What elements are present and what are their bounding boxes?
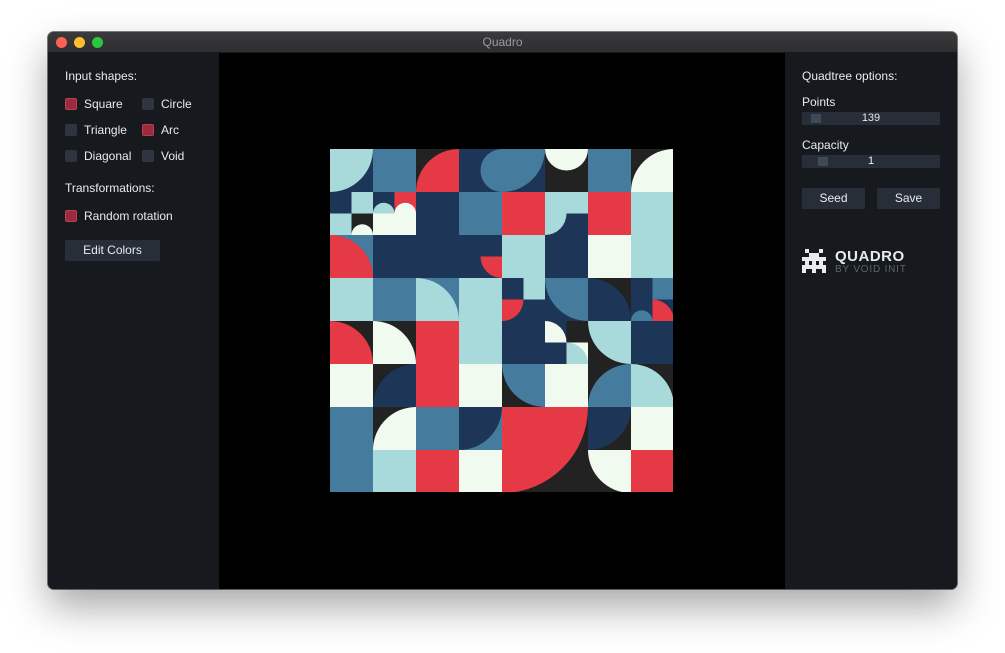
art-tile-49 xyxy=(502,235,545,278)
triangle-label: Triangle xyxy=(84,123,127,137)
edit-colors-button[interactable]: Edit Colors xyxy=(65,240,160,261)
art-tile-31 xyxy=(502,192,545,235)
art-tile-60 xyxy=(502,278,524,300)
art-tile-92 xyxy=(330,364,373,407)
points-value: 139 xyxy=(861,112,881,124)
circle-label: Circle xyxy=(161,97,192,111)
seed-button[interactable]: Seed xyxy=(802,188,865,209)
shape-option-diagonal[interactable]: Diagonal xyxy=(65,149,131,163)
art-tile-32 xyxy=(545,192,567,214)
capacity-slider[interactable]: 1 xyxy=(802,155,940,168)
art-tile-52 xyxy=(588,235,631,278)
shape-option-arc[interactable]: Arc xyxy=(142,123,179,137)
arc-label: Arc xyxy=(161,123,179,137)
art-tile-64 xyxy=(523,299,545,321)
art-tile-70 xyxy=(652,278,673,300)
art-tile-3 xyxy=(373,149,416,192)
shape-option-circle[interactable]: Circle xyxy=(142,97,192,111)
capacity-value: 1 xyxy=(867,155,875,167)
void-checkbox[interactable] xyxy=(142,150,154,162)
art-tile-79 xyxy=(416,321,459,364)
art-tile-69 xyxy=(631,278,653,300)
art-tile-61 xyxy=(523,278,545,300)
art-tile-116 xyxy=(373,450,416,492)
art-tile-29 xyxy=(416,192,459,235)
void-label: Void xyxy=(161,149,185,163)
random-rotation-label: Random rotation xyxy=(84,209,173,223)
art-tile-95 xyxy=(416,364,459,407)
art-tile-104 xyxy=(330,407,373,450)
art-tile-16 xyxy=(588,149,631,192)
shape-option-triangle[interactable]: Triangle xyxy=(65,123,127,137)
window-title: Quadro xyxy=(482,35,523,49)
art-tile-114 xyxy=(631,407,673,450)
art-tile-20 xyxy=(351,192,373,214)
title-bar[interactable]: Quadro xyxy=(48,32,957,53)
triangle-checkbox[interactable] xyxy=(65,124,77,136)
invader-logo-icon xyxy=(802,249,826,273)
random-rotation-checkbox[interactable] xyxy=(65,210,77,222)
points-slider[interactable]: 139 xyxy=(802,112,940,125)
art-tile-54 xyxy=(330,278,373,321)
random-rotation-option[interactable]: Random rotation xyxy=(65,209,173,223)
art-tile-19 xyxy=(330,192,352,214)
diagonal-checkbox[interactable] xyxy=(65,150,77,162)
shape-option-square[interactable]: Square xyxy=(65,97,123,111)
arc-checkbox[interactable] xyxy=(142,124,154,136)
app-window: Quadro Input shapes: Square Circle Trian… xyxy=(48,32,957,589)
art-tile-53 xyxy=(631,235,673,278)
logo-name: QUADRO xyxy=(835,248,905,265)
art-tile-45 xyxy=(416,235,459,278)
art-tile-91 xyxy=(631,321,673,364)
capacity-label: Capacity xyxy=(802,138,849,152)
square-checkbox[interactable] xyxy=(65,98,77,110)
generated-artwork xyxy=(330,149,673,492)
transformations-heading: Transformations: xyxy=(65,181,155,195)
art-tile-30 xyxy=(459,192,502,235)
art-tile-117 xyxy=(416,450,459,492)
logo-byline: BY VOID INIT xyxy=(835,264,907,275)
quadtree-options-heading: Quadtree options: xyxy=(802,69,898,83)
art-tile-121 xyxy=(631,450,673,492)
art-tile-39 xyxy=(631,192,673,235)
art-tile-36 xyxy=(566,213,588,235)
art-tile-99 xyxy=(545,364,588,407)
shape-option-void[interactable]: Void xyxy=(142,149,184,163)
art-tile-96 xyxy=(459,364,502,407)
art-tile-118 xyxy=(459,450,502,492)
save-button[interactable]: Save xyxy=(877,188,940,209)
art-tile-55 xyxy=(373,278,416,321)
art-tile-115 xyxy=(330,450,373,492)
right-panel: Quadtree options: Points 139 Capacity 1 … xyxy=(785,53,957,589)
circle-checkbox[interactable] xyxy=(142,98,154,110)
canvas-area xyxy=(219,53,785,589)
art-tile-33 xyxy=(566,192,588,214)
diagonal-label: Diagonal xyxy=(84,149,132,163)
left-panel: Input shapes: Square Circle Triangle Arc… xyxy=(48,53,219,589)
input-shapes-heading: Input shapes: xyxy=(65,69,138,83)
square-label: Square xyxy=(84,97,123,111)
art-tile-21 xyxy=(330,213,352,235)
art-tile-28 xyxy=(373,213,416,235)
points-label: Points xyxy=(802,95,836,109)
